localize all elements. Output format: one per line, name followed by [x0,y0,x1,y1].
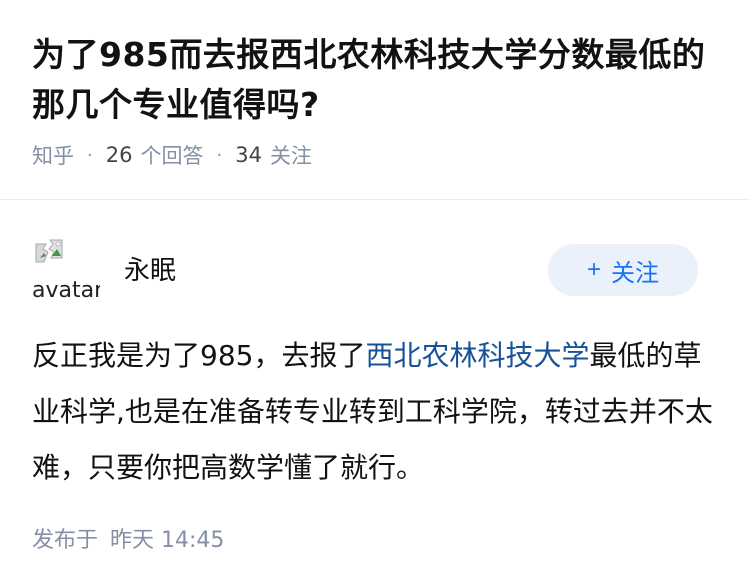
plus-icon: + [586,256,601,283]
question-meta: 知乎 · 26 个回答 · 34 关注 [32,140,718,170]
follow-count: 34 [235,143,262,167]
answer-count-label[interactable]: 个回答 [140,140,203,170]
broken-image-icon [35,239,63,263]
answer-card: avatar 永眠 + 关注 反正我是为了985，去报了西北农林科技大学最低的草… [0,200,750,554]
follow-count-label[interactable]: 关注 [270,140,312,170]
publish-info: 发布于 昨天 14:45 [32,522,718,554]
author-row: avatar 永眠 + 关注 [32,200,718,304]
question-title[interactable]: 为了985而去报西北农林科技大学分数最低的那几个专业值得吗? [32,30,718,130]
publish-label: 发布于 [32,528,99,553]
question-header: 为了985而去报西北农林科技大学分数最低的那几个专业值得吗? 知乎 · 26 个… [0,0,750,200]
dot-separator-icon: · [87,144,93,166]
follow-button-label: 关注 [611,259,659,287]
avatar[interactable]: avatar [32,236,100,304]
university-link[interactable]: 西北农林科技大学 [365,339,589,372]
answer-content: 反正我是为了985，去报了西北农林科技大学最低的草业科学,也是在准备转专业转到工… [32,328,722,496]
publish-time[interactable]: 昨天 14:45 [110,528,224,553]
avatar-alt-text: avatar [32,278,100,303]
author-name[interactable]: 永眠 [124,250,176,287]
source-label[interactable]: 知乎 [32,140,74,170]
content-text-1: 反正我是为了985，去报了 [32,339,366,372]
follow-button[interactable]: + 关注 [548,244,698,296]
answer-count: 26 [105,143,133,167]
dot-separator-icon: · [216,144,223,166]
